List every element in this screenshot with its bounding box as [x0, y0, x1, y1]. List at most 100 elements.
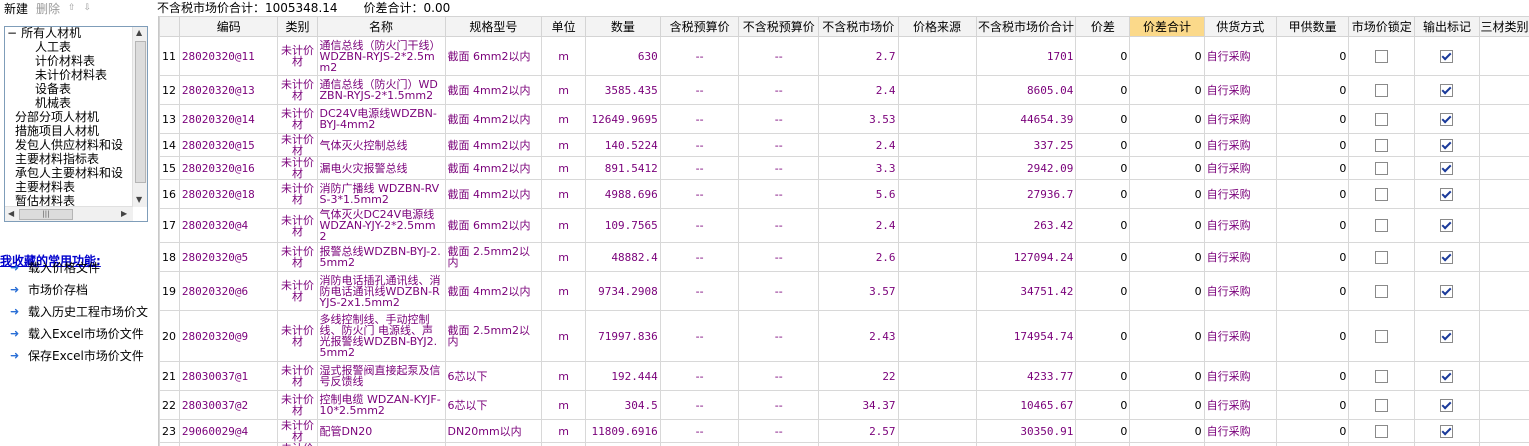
- supply-method-cell[interactable]: 自行采购: [1203, 271, 1277, 311]
- name-cell[interactable]: 通信总线（防火门干线）WDZBN-RYJS-2*2.5mm2: [316, 36, 446, 76]
- spec-cell[interactable]: 截面 4mm2以内: [444, 179, 543, 209]
- market-total-cell[interactable]: 4233.77: [975, 361, 1077, 391]
- row-number[interactable]: 13: [159, 104, 180, 134]
- market-total-cell[interactable]: 337.25: [975, 133, 1077, 157]
- price-diff-cell[interactable]: 0: [1075, 419, 1131, 443]
- price-source-cell[interactable]: [897, 75, 977, 105]
- market-lock-checkbox[interactable]: [1375, 250, 1389, 264]
- name-cell[interactable]: 漏电火灾报警总线: [316, 156, 446, 180]
- spec-cell[interactable]: 截面 4mm2以内: [444, 104, 543, 134]
- table-row[interactable]: 22 28030037@2 未计价材 控制电缆 WDZAN-KYJF-10*2.5mm…: [159, 390, 1529, 420]
- notax-budget-cell[interactable]: --: [738, 442, 820, 446]
- output-mark-checkbox[interactable]: [1440, 424, 1454, 438]
- column-header[interactable]: 不含税市场价合计: [975, 16, 1077, 37]
- output-mark-checkbox[interactable]: [1440, 329, 1454, 343]
- row-number[interactable]: 20: [159, 310, 180, 362]
- column-header[interactable]: 价差: [1075, 16, 1131, 37]
- category-cell[interactable]: 未计价材: [277, 156, 318, 180]
- table-row[interactable]: 12 28020320@13 未计价材 通信总线（防火门）WDZBN-RYJS-2*1…: [159, 75, 1529, 105]
- diff-total-cell[interactable]: 0: [1129, 208, 1205, 243]
- code-cell[interactable]: 28020320@18: [178, 179, 279, 209]
- price-source-cell[interactable]: [897, 156, 977, 180]
- code-cell[interactable]: 28020320@14: [178, 104, 279, 134]
- diff-total-cell[interactable]: 0: [1129, 271, 1205, 311]
- price-source-cell[interactable]: [897, 104, 977, 134]
- owner-supply-qty-cell[interactable]: 0: [1275, 419, 1350, 443]
- price-diff-cell[interactable]: 0: [1075, 361, 1131, 391]
- supply-method-cell[interactable]: 自行采购: [1203, 442, 1277, 446]
- market-price-cell[interactable]: 22: [818, 361, 899, 391]
- market-price-cell[interactable]: 2.4: [818, 133, 899, 157]
- supply-method-cell[interactable]: 自行采购: [1203, 361, 1277, 391]
- unit-cell[interactable]: m: [541, 442, 586, 446]
- tree-item[interactable]: 分部分项人材机: [15, 111, 99, 124]
- spec-cell[interactable]: 截面 4mm2以内: [444, 156, 543, 180]
- tree-item[interactable]: 未计价材料表: [35, 69, 107, 82]
- diff-total-cell[interactable]: 0: [1129, 179, 1205, 209]
- material-class-cell[interactable]: [1478, 104, 1529, 134]
- name-cell[interactable]: 配管DN25: [316, 442, 446, 446]
- notax-budget-cell[interactable]: --: [738, 310, 820, 362]
- output-mark-checkbox[interactable]: [1440, 250, 1454, 264]
- category-cell[interactable]: 未计价材: [277, 361, 318, 391]
- table-row[interactable]: 13 28020320@14 未计价材 DC24V电源线WDZBN-BYJ-4mm2 截…: [159, 104, 1529, 134]
- quantity-cell[interactable]: 2580.9637: [584, 442, 661, 446]
- row-number[interactable]: 17: [159, 208, 180, 243]
- code-cell[interactable]: 28020320@15: [178, 133, 279, 157]
- scroll-right-icon[interactable]: ▶: [121, 209, 127, 218]
- code-cell[interactable]: 28020320@4: [178, 208, 279, 243]
- name-cell[interactable]: 气体灭火DC24V电源线WDZAN-YJY-2*2.5mm2: [316, 208, 446, 243]
- market-lock-checkbox[interactable]: [1375, 83, 1389, 97]
- name-cell[interactable]: 消防广播线 WDZBN-RVS-3*1.5mm2: [316, 179, 446, 209]
- price-diff-cell[interactable]: 0: [1075, 310, 1131, 362]
- tree-item[interactable]: 机械表: [35, 97, 71, 110]
- market-lock-checkbox[interactable]: [1375, 49, 1389, 63]
- row-number[interactable]: 21: [159, 361, 180, 391]
- price-source-cell[interactable]: [897, 242, 977, 272]
- price-diff-cell[interactable]: 0: [1075, 390, 1131, 420]
- column-header[interactable]: 供货方式: [1203, 16, 1277, 37]
- diff-total-cell[interactable]: 0: [1129, 442, 1205, 446]
- price-source-cell[interactable]: [897, 361, 977, 391]
- spec-cell[interactable]: 6芯以下: [444, 361, 543, 391]
- market-lock-checkbox[interactable]: [1375, 398, 1389, 412]
- diff-total-cell[interactable]: 0: [1129, 104, 1205, 134]
- notax-budget-cell[interactable]: --: [738, 242, 820, 272]
- notax-budget-cell[interactable]: --: [738, 36, 820, 76]
- market-total-cell[interactable]: 34751.42: [975, 271, 1077, 311]
- row-number[interactable]: 24: [159, 442, 180, 446]
- supply-method-cell[interactable]: 自行采购: [1203, 179, 1277, 209]
- code-cell[interactable]: 28020320@6: [178, 271, 279, 311]
- collapse-toggle-icon[interactable]: −: [7, 27, 17, 40]
- favorite-item[interactable]: ➜ 载入历史工程市场价文: [10, 304, 148, 320]
- tax-budget-cell[interactable]: --: [659, 271, 740, 311]
- notax-budget-cell[interactable]: --: [738, 133, 820, 157]
- supply-method-cell[interactable]: 自行采购: [1203, 208, 1277, 243]
- supply-method-cell[interactable]: 自行采购: [1203, 75, 1277, 105]
- diff-total-cell[interactable]: 0: [1129, 390, 1205, 420]
- column-header[interactable]: 类别: [277, 16, 318, 37]
- market-price-cell[interactable]: 2.7: [818, 36, 899, 76]
- code-cell[interactable]: 28020320@13: [178, 75, 279, 105]
- category-cell[interactable]: 未计价材: [277, 75, 318, 105]
- market-total-cell[interactable]: 8605.04: [975, 75, 1077, 105]
- market-price-cell[interactable]: 2.4: [818, 208, 899, 243]
- tax-budget-cell[interactable]: --: [659, 419, 740, 443]
- table-row[interactable]: 21 28030037@1 未计价材 湿式报警阀直接起泵及信号反馈线 6芯以下 m 192.…: [159, 361, 1529, 391]
- material-class-cell[interactable]: [1478, 361, 1529, 391]
- owner-supply-qty-cell[interactable]: 0: [1275, 310, 1350, 362]
- diff-total-cell[interactable]: 0: [1129, 310, 1205, 362]
- owner-supply-qty-cell[interactable]: 0: [1275, 36, 1350, 76]
- market-lock-checkbox[interactable]: [1375, 187, 1389, 201]
- spec-cell[interactable]: 截面 4mm2以内: [444, 133, 543, 157]
- unit-cell[interactable]: m: [541, 104, 586, 134]
- table-row[interactable]: 23 29060029@4 未计价材 配管DN20 DN20mm以内 m 11809.691…: [159, 419, 1529, 443]
- price-diff-cell[interactable]: 0: [1075, 442, 1131, 446]
- column-header[interactable]: 输出标记: [1414, 16, 1480, 37]
- owner-supply-qty-cell[interactable]: 0: [1275, 75, 1350, 105]
- spec-cell[interactable]: DN25mm以内: [444, 442, 543, 446]
- code-cell[interactable]: 28020320@11: [178, 36, 279, 76]
- market-total-cell[interactable]: 263.42: [975, 208, 1077, 243]
- column-header[interactable]: 编码: [178, 16, 279, 37]
- code-cell[interactable]: 28030037@2: [178, 390, 279, 420]
